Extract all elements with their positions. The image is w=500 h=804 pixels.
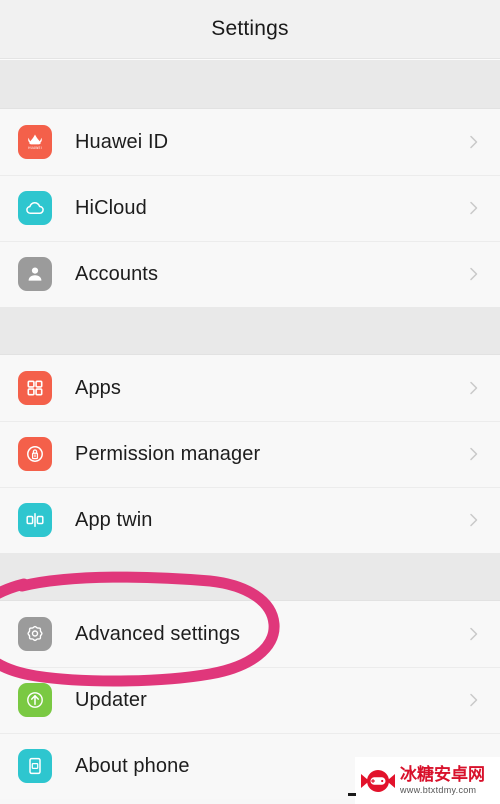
section-spacer-bottom: [0, 553, 500, 601]
chevron-right-icon[interactable]: [466, 134, 482, 150]
chevron-right-icon[interactable]: [466, 626, 482, 642]
settings-row-apps[interactable]: Apps: [0, 355, 500, 421]
account-group: HUAWEI Huawei ID HiCloud Accounts: [0, 109, 500, 307]
settings-row-advanced-settings[interactable]: Advanced settings: [0, 601, 500, 667]
phone-info-icon: [18, 749, 52, 783]
settings-row-label: Permission manager: [75, 442, 261, 465]
settings-row-app-twin[interactable]: App twin: [0, 487, 500, 553]
svg-text:HUAWEI: HUAWEI: [28, 146, 42, 150]
chevron-right-icon[interactable]: [466, 446, 482, 462]
section-spacer-top: [0, 61, 500, 109]
watermark: 冰糖安卓网 www.btxtdmy.com: [348, 757, 500, 804]
page-title: Settings: [211, 17, 289, 40]
settings-row-label: App twin: [75, 508, 153, 531]
settings-row-label: Apps: [75, 376, 121, 399]
apps-group: Apps Permission manager App twin: [0, 355, 500, 553]
chevron-right-icon[interactable]: [466, 266, 482, 282]
watermark-text: 冰糖安卓网 www.btxtdmy.com: [400, 764, 485, 795]
person-icon: [18, 257, 52, 291]
watermark-site-name: 冰糖安卓网: [400, 764, 485, 785]
settings-row-label: Updater: [75, 688, 147, 711]
app-header: Settings: [0, 0, 500, 58]
lock-shield-icon: [18, 437, 52, 471]
settings-screen: Settings HUAWEI Huawei ID HiCloud Accoun…: [0, 0, 500, 804]
settings-row-label: Accounts: [75, 262, 159, 285]
app-twin-icon: [18, 503, 52, 537]
section-spacer-middle: [0, 307, 500, 355]
chevron-right-icon[interactable]: [466, 380, 482, 396]
settings-row-accounts[interactable]: Accounts: [0, 241, 500, 307]
settings-row-label: About phone: [75, 754, 190, 777]
gear-icon: [18, 617, 52, 651]
settings-row-label: HiCloud: [75, 196, 147, 219]
huawei-logo-icon: HUAWEI: [18, 125, 52, 159]
settings-row-label: Advanced settings: [75, 622, 241, 645]
settings-row-label: Huawei ID: [75, 130, 169, 153]
candy-gamepad-icon: [358, 766, 398, 796]
grid-squares-icon: [18, 371, 52, 405]
chevron-right-icon[interactable]: [466, 200, 482, 216]
settings-row-permission-manager[interactable]: Permission manager: [0, 421, 500, 487]
up-arrow-circle-icon: [18, 683, 52, 717]
settings-row-huawei-id[interactable]: HUAWEI Huawei ID: [0, 109, 500, 175]
chevron-right-icon[interactable]: [466, 512, 482, 528]
chevron-right-icon[interactable]: [466, 692, 482, 708]
watermark-corner-mark: [348, 793, 356, 796]
settings-row-hicloud[interactable]: HiCloud: [0, 175, 500, 241]
settings-row-updater[interactable]: Updater: [0, 667, 500, 733]
watermark-url: www.btxtdmy.com: [400, 784, 477, 795]
cloud-icon: [18, 191, 52, 225]
